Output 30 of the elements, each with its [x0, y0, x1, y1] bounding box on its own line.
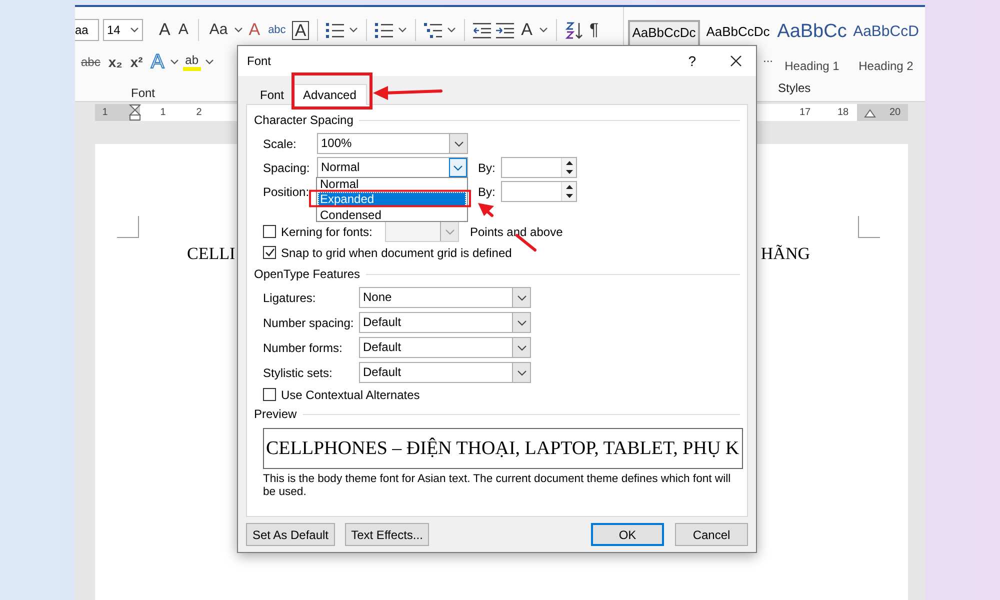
font-name-text: aa [75, 22, 88, 39]
ruler-number: 2 [195, 106, 203, 120]
dialog-title: Font [247, 53, 272, 70]
heading-text: CELLI [187, 243, 236, 265]
group-heading: OpenType Features [254, 267, 360, 281]
field-label: Number forms: [263, 340, 344, 356]
group-heading: Preview [254, 407, 297, 421]
ruler-number: 1 [101, 106, 109, 120]
preview-text: CELLPHONES – ĐIỆN THOẠI, LAPTOP, TABLET, PHỤ K [263, 428, 743, 469]
field-label: Scale: [263, 136, 298, 152]
ruler-number: 20 [888, 106, 902, 120]
group-label: Styles [778, 81, 811, 95]
field-label: Spacing: [263, 160, 311, 176]
group-heading: Character Spacing [254, 113, 354, 127]
description-text: This is the body theme font for Asian text. The current document theme defines which font will be used. [263, 473, 732, 499]
checkbox-label: Use Contextual Alternates [281, 386, 420, 404]
ruler-number: 1 [159, 106, 167, 120]
ruler-number: 18 [836, 106, 850, 120]
ruler-number: 17 [798, 106, 812, 120]
field-label: By: [478, 160, 496, 176]
field-label: Position: [263, 184, 310, 200]
group-label: Font [131, 85, 156, 102]
heading-text: HÃNG [760, 243, 810, 265]
field-label: By: [478, 184, 496, 200]
checkbox-label: Kerning for fonts: [281, 224, 374, 240]
field-label: Number spacing: [263, 314, 355, 332]
field-label: Points and above [470, 224, 563, 240]
checkbox-label: Snap to grid when document grid is defined [281, 244, 512, 262]
field-label: Stylistic sets: [263, 364, 334, 382]
field-label: Ligatures: [263, 290, 317, 306]
